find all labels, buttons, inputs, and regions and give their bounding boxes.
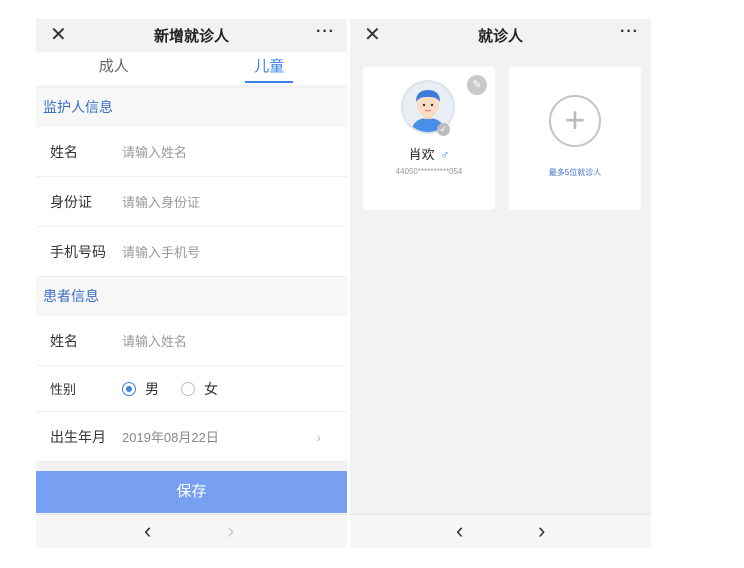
- male-icon: ♂: [440, 148, 450, 162]
- more-icon[interactable]: ···: [620, 23, 639, 41]
- guardian-name-input[interactable]: 请输入姓名: [122, 142, 187, 161]
- tab-adult[interactable]: 成人: [36, 52, 192, 85]
- add-hint-text: 最多5位就诊人: [548, 168, 602, 177]
- guardian-section-heading: 监护人信息: [36, 88, 347, 127]
- guardian-phone-row: 手机号码 请输入手机号: [36, 227, 347, 277]
- gender-radio-female[interactable]: 女: [181, 379, 218, 399]
- gender-radio-male[interactable]: 男: [122, 379, 159, 399]
- save-button[interactable]: 保存: [36, 471, 347, 513]
- tab-child[interactable]: 儿童: [192, 52, 348, 85]
- guardian-id-row: 身份证 请输入身份证: [36, 177, 347, 227]
- back-arrow-icon[interactable]: ‹: [456, 518, 463, 544]
- titlebar: ✕ 就诊人 ···: [350, 19, 651, 52]
- close-icon[interactable]: ✕: [50, 24, 67, 46]
- patient-gender-row: 性别 男 女: [36, 366, 347, 412]
- field-label: 身份证: [50, 193, 92, 210]
- patient-id-masked: 44050**********054: [395, 167, 463, 176]
- field-label: 姓名: [50, 332, 78, 349]
- guardian-phone-input[interactable]: 请输入手机号: [122, 242, 200, 261]
- bottom-nav: ‹ ›: [36, 514, 347, 548]
- radio-selected-icon: [122, 381, 136, 396]
- birth-date-value: 2019年08月22日: [122, 430, 219, 445]
- forward-arrow-icon: ›: [227, 518, 235, 543]
- edit-icon[interactable]: ✎: [467, 75, 487, 95]
- bottom-nav: ‹ ›: [350, 514, 651, 548]
- patient-name: 肖欢 ♂: [363, 144, 495, 163]
- field-label: 手机号码: [50, 243, 106, 260]
- patient-name-text: 肖欢: [408, 147, 435, 162]
- patient-name-input[interactable]: 请输入姓名: [122, 331, 187, 350]
- guardian-id-input[interactable]: 请输入身份证: [122, 192, 200, 211]
- patient-birth-row[interactable]: 出生年月 2019年08月22日 ›: [36, 412, 347, 462]
- radio-label: 女: [204, 380, 218, 397]
- patient-section-heading: 患者信息: [36, 277, 347, 316]
- forward-arrow-icon[interactable]: ›: [538, 518, 545, 544]
- field-label: 出生年月: [50, 428, 106, 445]
- page-title: 新增就诊人: [153, 28, 229, 45]
- titlebar: ✕ 新增就诊人 ···: [36, 19, 347, 52]
- patient-name-row: 姓名 请输入姓名: [36, 316, 347, 366]
- field-label: 姓名: [50, 143, 78, 160]
- back-arrow-icon[interactable]: ‹: [144, 518, 151, 544]
- field-label: 性别: [50, 382, 77, 397]
- patient-card[interactable]: ✓ ✎ 肖欢 ♂ 44050**********054: [363, 67, 495, 210]
- more-icon[interactable]: ···: [316, 23, 335, 41]
- add-patient-card[interactable]: + 最多5位就诊人: [509, 67, 641, 210]
- patients-screen: ✕ 就诊人 ··· ✓ ✎ 肖欢 ♂ 44050**********054 + …: [350, 19, 651, 548]
- tab-bar: 成人 儿童: [36, 52, 347, 85]
- chevron-right-icon: ›: [316, 428, 321, 445]
- close-icon[interactable]: ✕: [364, 24, 381, 46]
- patient-cards: ✓ ✎ 肖欢 ♂ 44050**********054 + 最多5位就诊人: [363, 67, 641, 210]
- page-title: 就诊人: [477, 28, 523, 45]
- radio-label: 男: [145, 380, 159, 397]
- plus-icon: +: [549, 95, 601, 147]
- check-icon: ✓: [437, 123, 450, 136]
- add-patient-screen: ✕ 新增就诊人 ··· 成人 儿童 监护人信息 姓名 请输入姓名 身份证 请输入…: [36, 19, 347, 548]
- guardian-name-row: 姓名 请输入姓名: [36, 127, 347, 177]
- radio-unselected-icon: [181, 381, 195, 396]
